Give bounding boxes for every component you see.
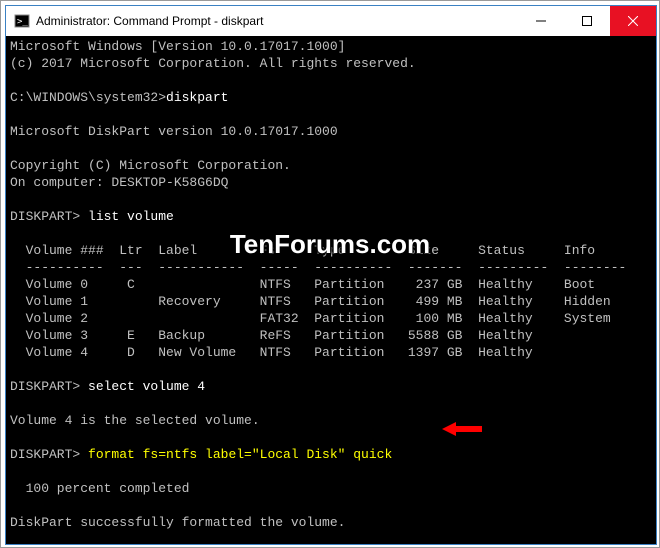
diskpart-prompt: DISKPART>: [10, 447, 88, 462]
table-row: Volume 4 D New Volume NTFS Partition 139…: [10, 345, 533, 360]
table-row: Volume 0 C NTFS Partition 237 GB Healthy…: [10, 277, 595, 292]
computer-name: On computer: DESKTOP-K58G6DQ: [10, 175, 228, 190]
table-separator: ---------- --- ----------- ----- -------…: [10, 260, 626, 275]
close-button[interactable]: [610, 6, 656, 36]
select-result: Volume 4 is the selected volume.: [10, 413, 260, 428]
minimize-button[interactable]: [518, 6, 564, 36]
prompt-path: C:\WINDOWS\system32>: [10, 90, 166, 105]
table-header: Volume ### Ltr Label Fs Type Size Status…: [10, 243, 595, 258]
svg-text:>_: >_: [17, 17, 28, 27]
screenshot-frame: >_ Administrator: Command Prompt - diskp…: [0, 0, 660, 548]
window-controls: [518, 6, 656, 36]
terminal-content[interactable]: Microsoft Windows [Version 10.0.17017.10…: [6, 36, 656, 544]
cmd-format: format fs=ntfs label="Local Disk" quick: [88, 447, 392, 462]
diskpart-copyright: Copyright (C) Microsoft Corporation.: [10, 158, 291, 173]
table-row: Volume 3 E Backup ReFS Partition 5588 GB…: [10, 328, 533, 343]
cmd-diskpart: diskpart: [166, 90, 228, 105]
diskpart-prompt: DISKPART>: [10, 209, 88, 224]
diskpart-version: Microsoft DiskPart version 10.0.17017.10…: [10, 124, 338, 139]
maximize-button[interactable]: [564, 6, 610, 36]
os-version-line: Microsoft Windows [Version 10.0.17017.10…: [10, 39, 345, 54]
cmd-icon: >_: [14, 13, 30, 29]
table-row: Volume 2 FAT32 Partition 100 MB Healthy …: [10, 311, 611, 326]
titlebar[interactable]: >_ Administrator: Command Prompt - diskp…: [6, 6, 656, 36]
cmd-list-volume: list volume: [88, 209, 174, 224]
window-title: Administrator: Command Prompt - diskpart: [36, 14, 263, 28]
command-prompt-window: >_ Administrator: Command Prompt - diskp…: [5, 5, 657, 545]
diskpart-prompt: DISKPART>: [10, 379, 88, 394]
cmd-select-volume: select volume 4: [88, 379, 205, 394]
table-row: Volume 1 Recovery NTFS Partition 499 MB …: [10, 294, 611, 309]
format-result: DiskPart successfully formatted the volu…: [10, 515, 345, 530]
copyright-line: (c) 2017 Microsoft Corporation. All righ…: [10, 56, 416, 71]
progress-line: 100 percent completed: [10, 481, 189, 496]
